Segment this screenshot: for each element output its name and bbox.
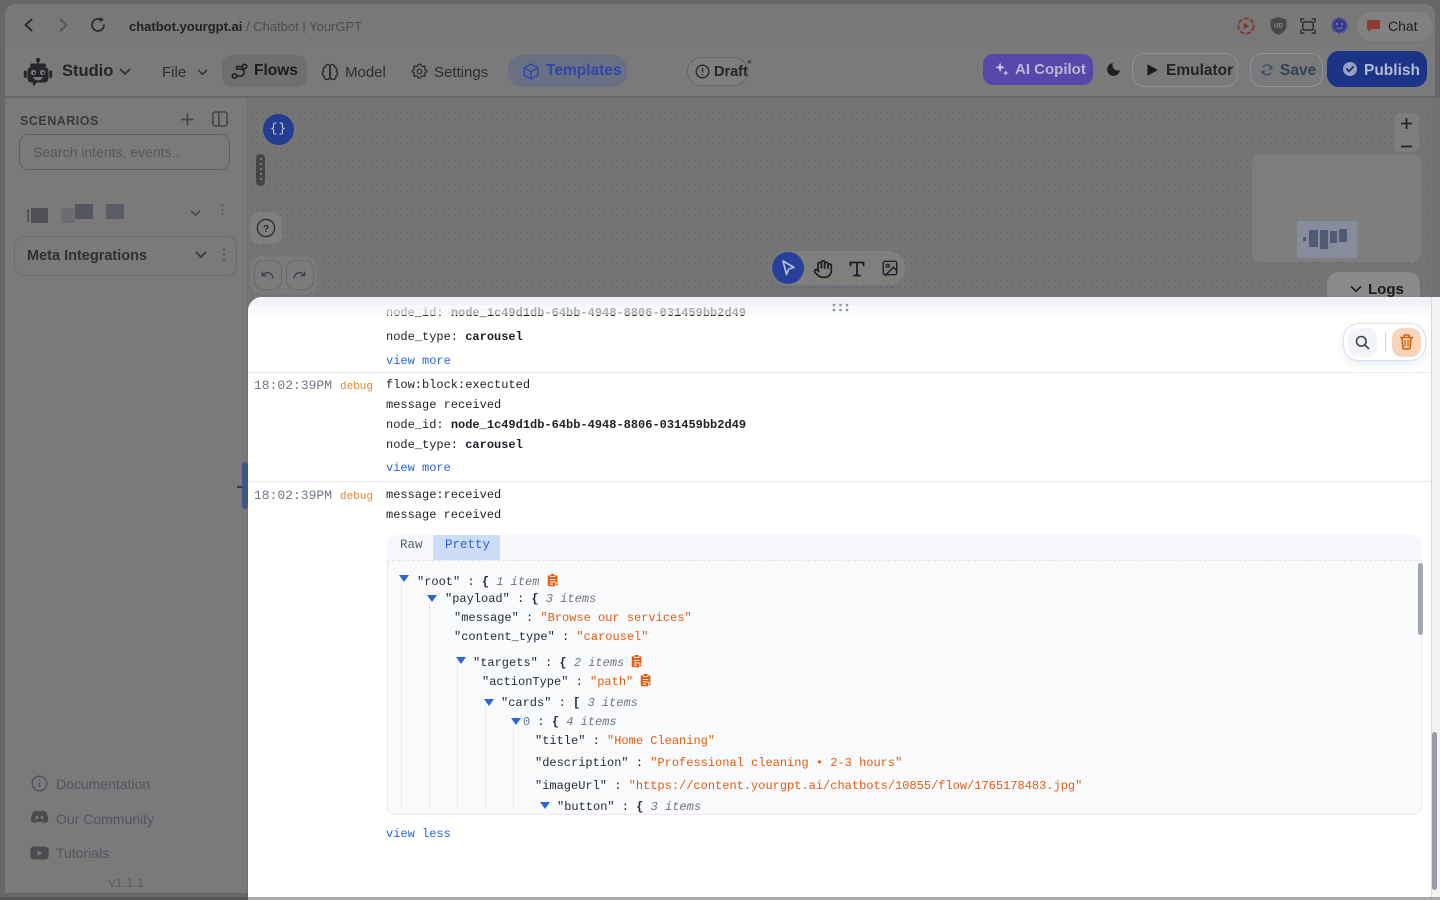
svg-text:UD: UD	[1274, 24, 1283, 30]
svg-text:?: ?	[263, 223, 269, 235]
